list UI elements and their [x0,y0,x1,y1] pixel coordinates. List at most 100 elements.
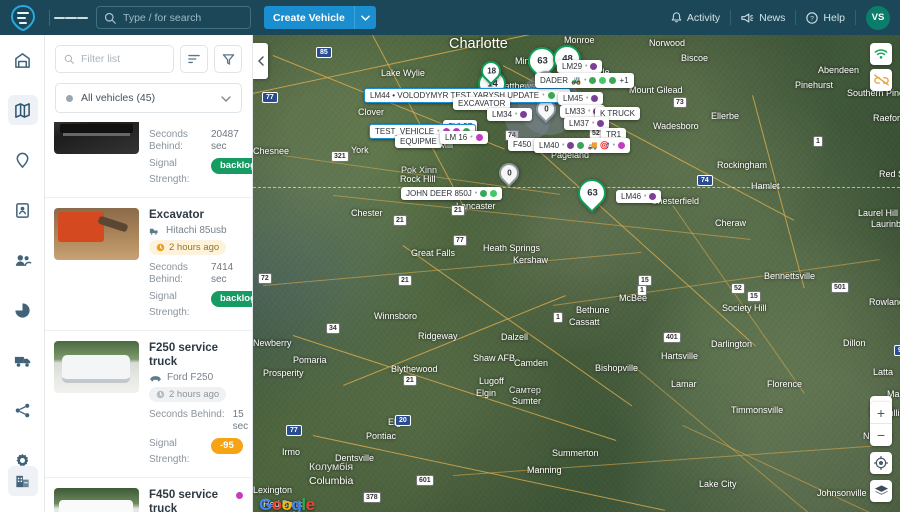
sidebar-item-reports[interactable] [0,285,45,335]
group-status-dot [66,94,73,102]
sidebar-item-users[interactable] [0,235,45,285]
filter-list-input[interactable] [80,53,165,65]
highway-shield: 21 [403,375,417,386]
highway-shield: 401 [663,332,681,343]
map-marker-label[interactable]: DADER 🚜 • +1 [535,73,634,88]
city-label: Florence [767,379,803,389]
highway-shield: 378 [363,492,381,503]
marker-name: LM33 [565,107,586,116]
vehicle-list[interactable]: Seconds 20487 Behind: sec Signal backlog… [45,122,252,512]
filter-funnel-icon [222,53,234,65]
city-label: Heath Springs [483,243,541,253]
city-label: Hamlet [751,181,780,191]
city-label: Rock Hill [400,174,436,184]
map-layers-button[interactable] [870,480,892,502]
map-marker-label[interactable]: LM40 • 🚚 🎯 • [534,138,631,153]
map-marker-label[interactable]: LM 16 • [440,131,488,144]
map-marker-label[interactable]: LM45 • [558,92,604,105]
activity-menu-item[interactable]: Activity [661,0,730,35]
highway-shield: 601 [416,475,434,486]
search-input[interactable] [123,11,243,24]
wifi-status-button[interactable] [870,43,892,65]
create-vehicle-dropdown[interactable] [353,6,376,29]
filter-button[interactable] [214,45,242,73]
marker-separator: • [644,193,647,200]
marker-status-dot [609,77,617,84]
filter-list-field[interactable] [55,45,174,73]
sidebar-item-company[interactable] [0,456,45,506]
map-marker-label[interactable]: LM46 • [616,190,662,203]
help-menu-item[interactable]: ? Help [796,0,855,35]
sidebar-item-garage[interactable] [0,35,45,85]
avatar[interactable]: VS [866,5,890,30]
list-item[interactable]: Seconds 20487 Behind: sec Signal backlog… [45,122,252,197]
city-label: Chester [351,208,383,218]
zoom-out-button[interactable]: − [870,424,892,446]
marker-status-dot [567,142,575,149]
sidebar-item-drivers[interactable] [0,185,45,235]
sidebar-item-vehicles[interactable] [0,335,45,385]
fleet-logo[interactable] [0,0,45,35]
highway-shield: 95 [894,345,900,356]
collapse-panel-button[interactable] [253,43,268,79]
link-status-button[interactable] [870,69,892,91]
map-marker-label[interactable]: EQUIPME [395,135,442,148]
city-label: Summerton [552,448,599,458]
marker-name: DADER [540,76,569,85]
pie-chart-icon [8,295,38,325]
marker-status-dot [480,190,488,197]
city-label: Mount Gilead [629,85,683,95]
chevron-left-icon [257,56,264,66]
highway-shield: 85 [316,47,332,58]
crosshair-target-icon [874,456,888,470]
city-label: Lake City [699,479,737,489]
seconds-behind-row: Seconds Behind: 15 sec [149,409,248,433]
recenter-button[interactable] [870,452,892,474]
zoom-controls[interactable]: + − [870,402,892,446]
highway-shield: 77 [262,92,278,103]
map-marker-label[interactable]: LM34 • [487,108,533,121]
highway-shield: 52 [731,283,745,294]
create-vehicle-button[interactable]: Create Vehicle [264,6,376,29]
global-search[interactable] [96,6,251,29]
city-label: Monroe [564,35,595,45]
city-label: Irmo [282,447,300,457]
vehicle-thumbnail [54,122,139,154]
city-label: Laurel Hill [858,208,899,218]
vehicle-group-select[interactable]: All vehicles (45) [55,83,242,113]
city-label: Pontiac [366,431,397,441]
map-marker-label[interactable]: LM29 • [557,60,603,73]
search-icon [104,12,116,24]
list-item[interactable]: Excavator Hitachi 85usb 2 hours ago Seco… [45,197,252,330]
list-item[interactable]: F250 service truck Ford F250 2 hours ago… [45,330,252,477]
city-label: Laurinburg [871,219,900,229]
vehicle-thumbnail [54,208,139,260]
sidebar-item-map[interactable] [0,85,45,135]
marker-separator: • [515,111,518,118]
clock-icon [156,243,165,252]
seconds-behind-unit-1: sec [211,141,227,152]
city-label: Society Hill [722,303,767,313]
map-marker-label[interactable]: JOHN DEER 850J • [401,187,503,200]
list-item[interactable]: F450 service truck 🚚 🎯 Ford F-450 [45,477,252,512]
city-label: Dalzell [501,332,529,342]
news-menu-item[interactable]: News [731,0,795,35]
map-view[interactable]: + − Google Charlotte Mint Hill Matthews … [253,35,900,512]
sort-button[interactable] [180,45,208,73]
sidebar-item-places[interactable] [0,135,45,185]
marker-status-dot [475,134,483,141]
city-label: Dentsville [335,453,375,463]
rail-bottom-group [0,456,45,506]
city-label: Bishopville [595,363,639,373]
zoom-in-button[interactable]: + [870,402,892,424]
vehicle-thumbnail [54,341,139,393]
sidebar-item-share[interactable] [0,385,45,435]
signal-label-row-2: Strength: [149,307,243,319]
city-label: Самтер [509,385,541,395]
menu-toggle-icon[interactable] [54,0,88,35]
vehicle-info: F450 service truck 🚚 🎯 Ford F-450 [149,488,243,512]
signal-label-row-2: Strength: [149,454,243,466]
map-icon [7,95,38,125]
highway-shield: 74 [697,175,713,186]
city-label: Rowland [869,297,900,307]
